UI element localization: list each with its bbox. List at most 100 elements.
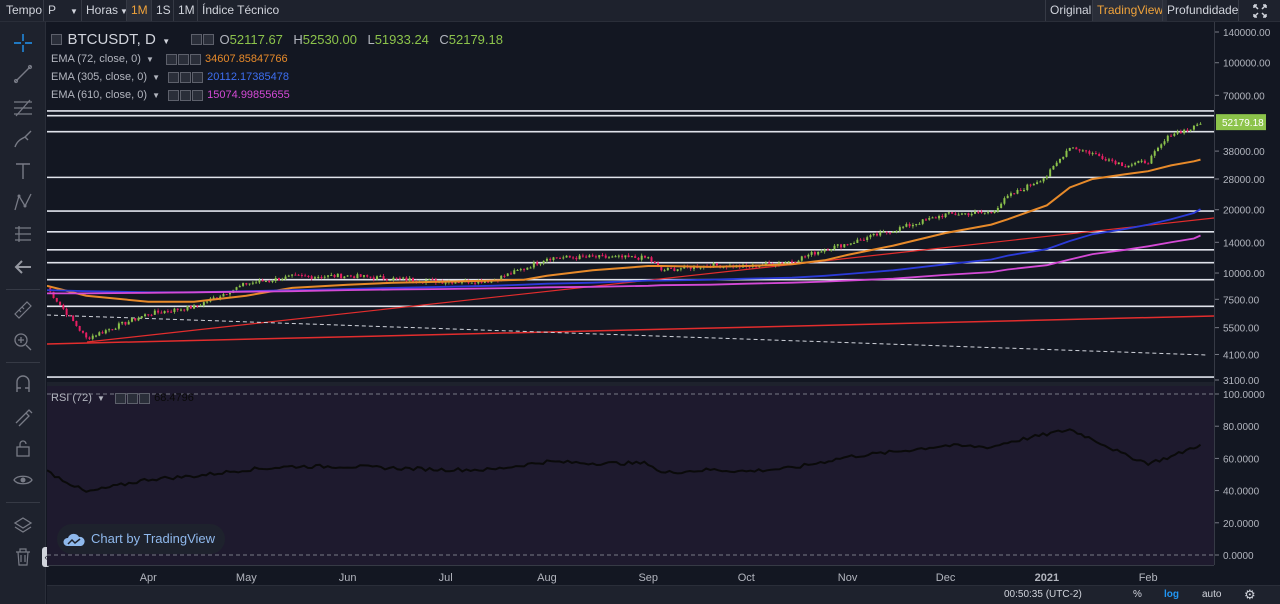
percent-scale-button[interactable]: % <box>1133 586 1142 604</box>
auto-scale-button[interactable]: auto <box>1202 586 1221 604</box>
candle-body <box>1163 141 1166 145</box>
candle-body <box>173 308 176 312</box>
tempo-label: Tempo <box>6 3 43 17</box>
hide-drawings-tool[interactable] <box>11 468 35 492</box>
indicators-button[interactable]: Índice Técnico <box>197 0 283 21</box>
candle-body <box>787 261 790 263</box>
interval-1month-button[interactable]: 1M <box>173 0 199 21</box>
candle-body <box>977 211 980 213</box>
rsi-name[interactable]: RSI (72) <box>51 392 92 404</box>
collapse-legend-button[interactable] <box>51 34 62 46</box>
interval-1m-button[interactable]: 1M <box>126 0 152 21</box>
candle-body <box>885 231 888 233</box>
text-tool[interactable] <box>11 159 35 183</box>
candle-body <box>114 328 117 330</box>
candle-body <box>624 255 627 258</box>
candle-body <box>1039 181 1042 183</box>
candle-body <box>902 226 905 228</box>
candle-body <box>1065 150 1068 157</box>
time-tick-label: Oct <box>738 572 755 584</box>
ema72-remove-button[interactable] <box>189 53 201 65</box>
candle-body <box>1000 203 1003 208</box>
ema610-settings-button[interactable] <box>180 89 192 101</box>
chevron-down-icon[interactable]: ▼ <box>97 394 105 403</box>
ema305-settings-button[interactable] <box>180 71 192 83</box>
candle-body <box>300 275 303 277</box>
ema610-name[interactable]: EMA (610, close, 0) <box>51 89 147 101</box>
candle-body <box>519 269 522 271</box>
measure-tool[interactable] <box>11 298 35 322</box>
time-axis[interactable]: Apr May Jun Jul Aug Sep Oct Nov Dec 2021 Feb <box>47 565 1214 585</box>
price-axis-svg: 140000.00 100000.00 70000.00 52179.18 38000.… <box>1215 28 1271 562</box>
chart-settings-button[interactable]: ⚙ <box>1244 586 1256 604</box>
back-tool[interactable] <box>11 255 35 279</box>
candle-body <box>340 273 343 279</box>
stay-drawing-tool[interactable] <box>11 404 35 428</box>
magnet-tool[interactable] <box>11 372 35 396</box>
candle-body <box>875 233 878 236</box>
view-tradingview-button[interactable]: TradingView <box>1092 0 1168 21</box>
rsi-remove-button[interactable] <box>139 392 151 404</box>
view-depth-button[interactable]: Profundidade <box>1162 0 1242 21</box>
settings-mini-button[interactable] <box>191 34 203 46</box>
candle-body <box>568 255 571 258</box>
view-original-button[interactable]: Original <box>1045 0 1095 21</box>
remove-drawings-tool[interactable] <box>11 545 35 569</box>
rsi-settings-button[interactable] <box>127 392 139 404</box>
candle-body <box>1189 129 1192 131</box>
interval-menu[interactable]: Horas ▼ <box>81 0 132 21</box>
legend-ema72-row: EMA (72, close, 0) ▼ 34607.85847766 <box>51 50 288 68</box>
candle-body <box>284 276 287 280</box>
candle-body <box>385 279 388 281</box>
candle-body <box>1179 131 1182 134</box>
candle-body <box>594 256 597 258</box>
ema305-visibility-button[interactable] <box>168 71 180 83</box>
interval-1s-button[interactable]: 1S <box>151 0 175 21</box>
fullscreen-button[interactable] <box>1238 0 1280 21</box>
main-chart-pane[interactable]: BTCUSDT, D ▼ O52117.67 H52530.00 L51933.… <box>47 22 1214 382</box>
arrow-left-icon <box>14 260 31 274</box>
lock-tool[interactable] <box>11 436 35 460</box>
price-tick-label: 14000.00 <box>1223 238 1265 249</box>
price-axis[interactable]: 140000.00 100000.00 70000.00 52179.18 38000.… <box>1214 22 1280 565</box>
chevron-down-icon[interactable]: ▼ <box>162 37 170 46</box>
candle-body <box>372 277 375 280</box>
ema610-remove-button[interactable] <box>192 89 204 101</box>
ema305-name[interactable]: EMA (305, close, 0) <box>51 71 147 83</box>
crosshair-tool[interactable] <box>11 31 35 55</box>
fib-tool[interactable] <box>11 96 35 120</box>
candle-body <box>1124 166 1127 168</box>
trend-line-tool[interactable] <box>11 62 35 86</box>
candle-body <box>460 282 463 284</box>
symbol-select[interactable]: P ▼ <box>43 0 79 21</box>
pattern-tool[interactable] <box>11 190 35 214</box>
candle-body <box>212 297 215 299</box>
ema72-visibility-button[interactable] <box>165 53 177 65</box>
candle-body <box>849 243 852 245</box>
prediction-tool[interactable] <box>11 222 35 246</box>
candle-body <box>1098 153 1101 156</box>
brush-tool[interactable] <box>11 127 35 151</box>
candle-body <box>124 321 127 325</box>
source-mini-button[interactable] <box>203 34 215 46</box>
rsi-pane[interactable]: RSI (72) ▼ 68.4796 Chart by TradingView <box>47 386 1214 565</box>
candle-body <box>784 262 787 264</box>
candle-body <box>1042 178 1045 182</box>
object-tree-tool[interactable] <box>11 514 35 538</box>
zoom-tool[interactable] <box>11 330 35 354</box>
candle-body <box>627 255 630 258</box>
candle-body <box>555 257 558 259</box>
candle-body <box>144 314 147 317</box>
price-tick-label: 140000.00 <box>1223 28 1271 39</box>
tradingview-watermark[interactable]: Chart by TradingView <box>57 524 226 554</box>
chevron-down-icon[interactable]: ▼ <box>152 73 160 82</box>
rsi-visibility-button[interactable] <box>115 392 127 404</box>
ema610-visibility-button[interactable] <box>168 89 180 101</box>
ema305-remove-button[interactable] <box>192 71 204 83</box>
chevron-down-icon[interactable]: ▼ <box>146 55 154 64</box>
chevron-down-icon[interactable]: ▼ <box>152 91 160 100</box>
ema72-name[interactable]: EMA (72, close, 0) <box>51 53 141 65</box>
ema72-settings-button[interactable] <box>177 53 189 65</box>
candle-body <box>908 224 911 227</box>
log-scale-button[interactable]: log <box>1164 586 1179 604</box>
